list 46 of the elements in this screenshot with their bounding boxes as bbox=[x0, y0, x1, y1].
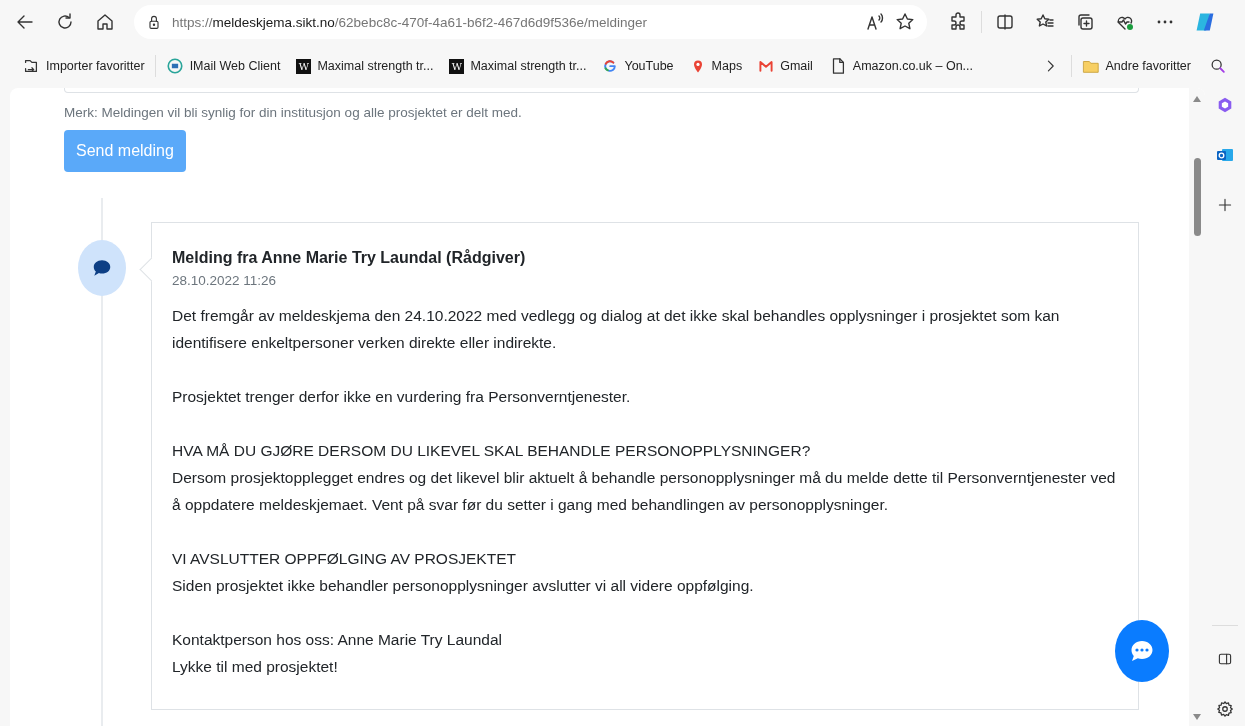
plus-icon bbox=[1217, 197, 1233, 213]
scrollbar-thumb[interactable] bbox=[1193, 158, 1201, 236]
bookmark-item[interactable]: Importer favoritter bbox=[16, 54, 151, 78]
address-bar[interactable]: https://meldeskjema.sikt.no/62bebc8c-470f-4a61-b6f2-467d6d9f536e/meldinger bbox=[134, 5, 927, 39]
message-text: Dersom prosjektopplegget endres og det likevel blir aktuelt å behandle personopplysninger må du melde dette til Personverntjenester ved å oppdatere meldeskjemaet. Vent på svar før du setter i gang med behandlingen av personopplysninger. bbox=[172, 468, 1117, 515]
message-title: Melding fra Anne Marie Try Laundal (Rådgiver) bbox=[172, 249, 527, 267]
scroll-down-icon[interactable] bbox=[1193, 714, 1201, 720]
message-text: Lykke til med prosjektet! bbox=[172, 657, 339, 677]
sidebar-icon bbox=[1217, 651, 1233, 667]
message-text: VI AVSLUTTER OPPFØLGING AV PROSJEKTET bbox=[172, 549, 517, 569]
url-text: https://meldeskjema.sikt.no/62bebc8c-470f-4a61-b6f2-467d6d9f536e/meldinger bbox=[172, 14, 649, 30]
scroll-up-icon[interactable] bbox=[1193, 96, 1201, 102]
other-favorites-folder[interactable]: Andre favoritter bbox=[1075, 54, 1197, 78]
bookmark-favicon: W bbox=[449, 58, 465, 74]
message-text: HVA MÅ DU GJØRE DERSOM DU LIKEVEL SKAL BEHANDLE PERSONOPPLYSNINGER? bbox=[172, 441, 812, 461]
bookmark-favicon: W bbox=[296, 58, 312, 74]
bookmark-item[interactable]: YouTube bbox=[596, 55, 680, 77]
bookmark-item[interactable]: W Maximal strength tr... bbox=[443, 55, 593, 77]
read-aloud-icon bbox=[865, 12, 885, 32]
message-text: Prosjektet trenger derfor ikke en vurdering fra Personverntjenester. bbox=[172, 387, 632, 407]
collections-icon bbox=[1075, 12, 1095, 32]
refresh-icon bbox=[55, 12, 75, 32]
speech-bubble-icon bbox=[91, 257, 113, 279]
message-text: Det fremgår av meldeskjema den 24.10.2022 med vedlegg og dialog at det ikke skal behandles opplysninger i prosjektet som kan identifisere enkeltpersoner verken direkte eller indirekte. bbox=[172, 306, 1061, 353]
message-date: 28.10.2022 11:26 bbox=[172, 273, 278, 288]
hexagon-logo-icon bbox=[1216, 96, 1234, 114]
gmail-icon bbox=[758, 58, 775, 74]
bookmark-item[interactable]: Gmail bbox=[752, 55, 819, 77]
message-text: Kontaktperson hos oss: Anne Marie Try Laundal bbox=[172, 630, 503, 650]
split-screen-icon bbox=[995, 12, 1015, 32]
bookmark-item[interactable]: Maps bbox=[683, 55, 749, 77]
message-text: Siden prosjektet ikke behandler personopplysninger avslutter vi all videre oppfølging. bbox=[172, 576, 755, 596]
home-icon bbox=[95, 12, 115, 32]
bookmark-item[interactable]: Amazon.co.uk – On... bbox=[822, 54, 979, 78]
google-icon bbox=[602, 58, 619, 74]
lock-icon bbox=[146, 14, 162, 30]
search-icon bbox=[1209, 57, 1227, 75]
settings-icon bbox=[1216, 700, 1234, 718]
bookmark-item[interactable]: IMail Web Client bbox=[159, 54, 287, 78]
puzzle-icon bbox=[948, 12, 968, 32]
import-icon bbox=[22, 57, 40, 75]
bookmark-item[interactable]: W Maximal strength tr... bbox=[290, 55, 440, 77]
more-icon bbox=[1157, 20, 1173, 24]
mail-icon bbox=[165, 57, 184, 75]
favorite-star-icon bbox=[895, 12, 915, 32]
note-text: Merk: Meldingen vil bli synlig for din institusjon og alle prosjektet er delt med. bbox=[64, 105, 523, 120]
